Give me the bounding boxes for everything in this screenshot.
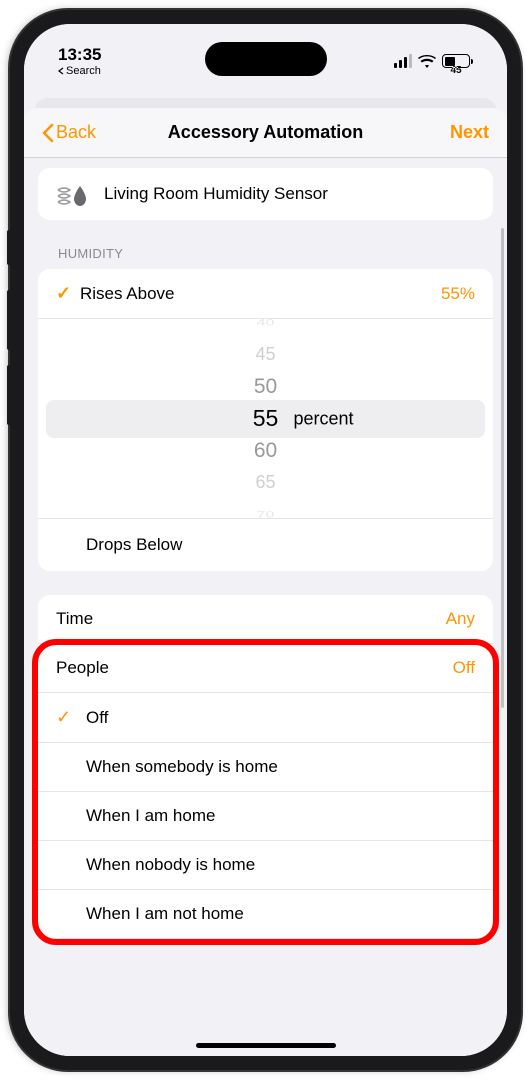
people-option-label: When I am home xyxy=(86,806,215,826)
accessory-card: Living Room Humidity Sensor xyxy=(38,168,493,220)
picker-option[interactable]: 60 xyxy=(254,438,277,464)
time-row[interactable]: Time Any xyxy=(38,595,493,644)
drops-below-label: Drops Below xyxy=(86,535,182,554)
people-label: People xyxy=(56,658,453,678)
chevron-left-icon xyxy=(42,123,54,143)
picker-option-selected[interactable]: 55 xyxy=(253,406,279,432)
screen: 13:35 Search 45 Back xyxy=(24,24,507,1056)
people-value: Off xyxy=(453,658,475,678)
time-label: Time xyxy=(56,609,446,629)
picker-option[interactable]: 50 xyxy=(254,374,277,400)
people-option-i-not-home[interactable]: When I am not home xyxy=(38,890,493,939)
people-row[interactable]: People Off xyxy=(38,644,493,693)
breadcrumb-label: Search xyxy=(66,65,101,77)
picker-option[interactable]: 70 xyxy=(257,507,275,523)
people-option-nobody-home[interactable]: When nobody is home xyxy=(38,841,493,890)
wifi-icon xyxy=(418,55,436,68)
people-option-label: When somebody is home xyxy=(86,757,278,777)
modal-sheet: Back Accessory Automation Next L xyxy=(24,108,507,1056)
humidity-section-header: HUMIDITY xyxy=(38,238,493,269)
rises-above-label: Rises Above xyxy=(80,284,441,304)
status-time: 13:35 xyxy=(58,45,101,65)
people-option-off[interactable]: ✓ Off xyxy=(38,693,493,743)
content-area[interactable]: Living Room Humidity Sensor HUMIDITY ✓ R… xyxy=(24,158,507,1052)
dynamic-island xyxy=(205,42,327,76)
picker-option[interactable]: 65 xyxy=(255,470,275,496)
back-label: Back xyxy=(56,122,96,143)
humidity-card: ✓ Rises Above 55% 40 45 50 55 60 65 xyxy=(38,269,493,571)
rises-above-value: 55% xyxy=(441,284,475,304)
checkmark-icon: ✓ xyxy=(56,283,80,304)
scroll-indicator[interactable] xyxy=(501,228,504,708)
people-option-somebody-home[interactable]: When somebody is home xyxy=(38,743,493,792)
people-option-label: When nobody is home xyxy=(86,855,255,875)
breadcrumb-back[interactable]: Search xyxy=(58,65,101,77)
humidity-sensor-icon xyxy=(56,182,90,206)
people-option-label: Off xyxy=(86,708,108,728)
navigation-bar: Back Accessory Automation Next xyxy=(24,108,507,158)
time-value: Any xyxy=(446,609,475,629)
people-option-label: When I am not home xyxy=(86,904,244,924)
phone-frame: 13:35 Search 45 Back xyxy=(10,10,521,1070)
battery-icon: 45 xyxy=(442,54,473,68)
conditions-card: Time Any People Off ✓ Off When somebody … xyxy=(38,595,493,939)
checkmark-icon: ✓ xyxy=(56,707,86,728)
picker-option[interactable]: 40 xyxy=(257,315,275,331)
humidity-picker[interactable]: 40 45 50 55 60 65 70 percent xyxy=(38,319,493,519)
back-button[interactable]: Back xyxy=(42,122,96,143)
picker-option[interactable]: 45 xyxy=(255,342,275,368)
next-button[interactable]: Next xyxy=(450,122,489,143)
picker-unit-label: percent xyxy=(294,408,354,429)
accessory-row[interactable]: Living Room Humidity Sensor xyxy=(38,168,493,220)
page-title: Accessory Automation xyxy=(168,122,363,143)
people-option-i-am-home[interactable]: When I am home xyxy=(38,792,493,841)
cellular-signal-icon xyxy=(394,54,412,68)
home-indicator[interactable] xyxy=(196,1043,336,1048)
accessory-name: Living Room Humidity Sensor xyxy=(104,184,328,204)
